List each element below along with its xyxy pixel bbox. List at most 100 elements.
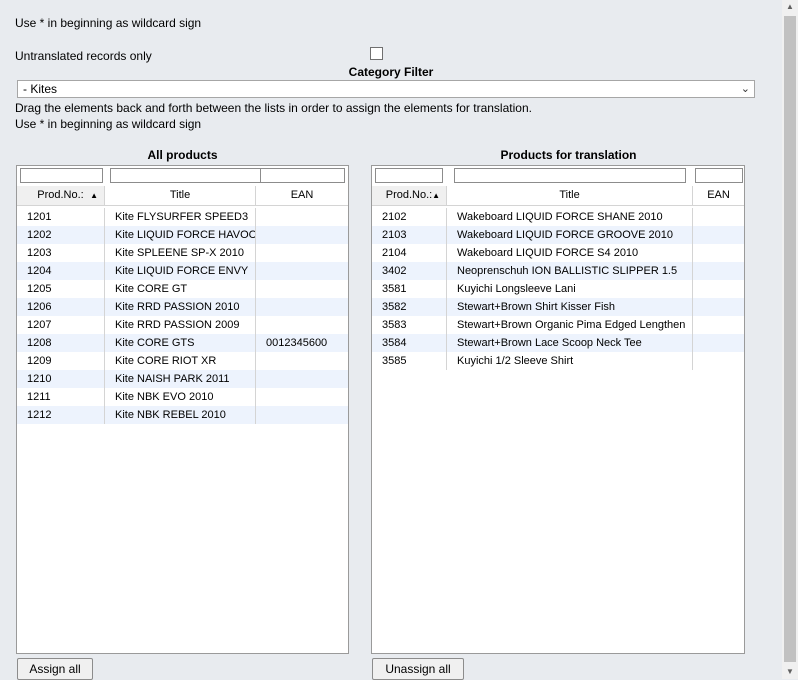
table-row[interactable]: 1206 Kite RRD PASSION 2010 (17, 298, 348, 316)
cell-prodno: 3584 (372, 334, 447, 352)
untranslated-only-label: Untranslated records only (15, 49, 152, 63)
cell-title: Kite NAISH PARK 2011 (105, 370, 256, 388)
filter-prodno-input[interactable] (20, 168, 103, 183)
col-header-ean[interactable]: EAN (256, 186, 348, 205)
filter-row (17, 166, 348, 186)
scroll-up-arrow-icon[interactable]: ▲ (782, 0, 798, 14)
cell-ean (256, 298, 348, 316)
col-header-title[interactable]: Title (105, 186, 256, 205)
products-for-translation-list[interactable]: Prod.No.: ▲ Title EAN 2102 Wakeboard LIQUI… (371, 165, 745, 654)
col-header-title[interactable]: Title (447, 186, 693, 205)
products-for-translation-title: Products for translation (500, 148, 637, 162)
table-row[interactable]: 3582 Stewart+Brown Shirt Kisser Fish (372, 298, 744, 316)
cell-ean (693, 226, 744, 244)
all-products-list[interactable]: Prod.No.: ▲ Title EAN 1201 Kite FLYSURFER … (16, 165, 349, 654)
table-row[interactable]: 2104 Wakeboard LIQUID FORCE S4 2010 (372, 244, 744, 262)
scroll-down-arrow-icon[interactable]: ▼ (782, 665, 798, 679)
cell-title: Stewart+Brown Lace Scoop Neck Tee (447, 334, 693, 352)
col-header-ean[interactable]: EAN (693, 186, 744, 205)
cell-ean (256, 352, 348, 370)
table-row[interactable]: 3585 Kuyichi 1/2 Sleeve Shirt (372, 352, 744, 370)
cell-ean (256, 316, 348, 334)
cell-prodno: 2103 (372, 226, 447, 244)
cell-prodno: 1212 (17, 406, 105, 424)
cell-title: Kite LIQUID FORCE HAVOC (105, 226, 256, 244)
cell-prodno: 2104 (372, 244, 447, 262)
filter-ean-input[interactable] (260, 168, 345, 183)
cell-prodno: 1202 (17, 226, 105, 244)
cell-prodno: 3581 (372, 280, 447, 298)
filter-title-input[interactable] (110, 168, 262, 183)
header-row: Prod.No.: ▲ Title EAN (372, 186, 744, 206)
cell-prodno: 1206 (17, 298, 105, 316)
table-row[interactable]: 1202 Kite LIQUID FORCE HAVOC (17, 226, 348, 244)
cell-title: Stewart+Brown Organic Pima Edged Lengthe… (447, 316, 693, 334)
cell-ean (693, 208, 744, 226)
cell-prodno: 3582 (372, 298, 447, 316)
cell-ean (693, 262, 744, 280)
cell-title: Kite FLYSURFER SPEED3 (105, 208, 256, 226)
table-row[interactable]: 1212 Kite NBK REBEL 2010 (17, 406, 348, 424)
cell-ean (256, 226, 348, 244)
table-row[interactable]: 1207 Kite RRD PASSION 2009 (17, 316, 348, 334)
cell-ean (693, 280, 744, 298)
table-row[interactable]: 3402 Neoprenschuh ION BALLISTIC SLIPPER 1… (372, 262, 744, 280)
cell-ean (693, 352, 744, 370)
category-selected-value: - Kites (23, 82, 58, 96)
cell-ean (256, 406, 348, 424)
table-row[interactable]: 1201 Kite FLYSURFER SPEED3 (17, 208, 348, 226)
page-scrollbar[interactable]: ▲ ▼ (782, 0, 798, 679)
table-row[interactable]: 1210 Kite NAISH PARK 2011 (17, 370, 348, 388)
cell-title: Wakeboard LIQUID FORCE S4 2010 (447, 244, 693, 262)
all-products-rows: 1201 Kite FLYSURFER SPEED3 1202 Kite LIQUID… (17, 208, 348, 424)
cell-title: Wakeboard LIQUID FORCE GROOVE 2010 (447, 226, 693, 244)
all-products-title: All products (147, 148, 218, 162)
cell-title: Kite RRD PASSION 2009 (105, 316, 256, 334)
table-row[interactable]: 1208 Kite CORE GTS 0012345600 (17, 334, 348, 352)
cell-title: Kite LIQUID FORCE ENVY (105, 262, 256, 280)
cell-title: Kite NBK REBEL 2010 (105, 406, 256, 424)
table-row[interactable]: 1209 Kite CORE RIOT XR (17, 352, 348, 370)
unassign-all-button[interactable]: Unassign all (372, 658, 464, 680)
cell-prodno: 3583 (372, 316, 447, 334)
category-filter-select[interactable]: - Kites ⌄ (17, 80, 755, 98)
cell-prodno: 1205 (17, 280, 105, 298)
cell-prodno: 1207 (17, 316, 105, 334)
cell-title: Kuyichi 1/2 Sleeve Shirt (447, 352, 693, 370)
table-row[interactable]: 1204 Kite LIQUID FORCE ENVY (17, 262, 348, 280)
table-row[interactable]: 1203 Kite SPLEENE SP-X 2010 (17, 244, 348, 262)
table-row[interactable]: 1211 Kite NBK EVO 2010 (17, 388, 348, 406)
filter-prodno-input[interactable] (375, 168, 443, 183)
cell-ean (256, 262, 348, 280)
cell-prodno: 1211 (17, 388, 105, 406)
cell-ean (256, 388, 348, 406)
filter-ean-input[interactable] (695, 168, 743, 183)
cell-prodno: 3585 (372, 352, 447, 370)
table-row[interactable]: 3581 Kuyichi Longsleeve Lani (372, 280, 744, 298)
col-header-prodno[interactable]: Prod.No.: ▲ (372, 186, 447, 205)
table-row[interactable]: 3584 Stewart+Brown Lace Scoop Neck Tee (372, 334, 744, 352)
table-row[interactable]: 2102 Wakeboard LIQUID FORCE SHANE 2010 (372, 208, 744, 226)
sort-asc-icon: ▲ (432, 191, 440, 200)
cell-title: Kite CORE GTS (105, 334, 256, 352)
table-row[interactable]: 1205 Kite CORE GT (17, 280, 348, 298)
cell-prodno: 1203 (17, 244, 105, 262)
table-row[interactable]: 3583 Stewart+Brown Organic Pima Edged Len… (372, 316, 744, 334)
cell-prodno: 3402 (372, 262, 447, 280)
filter-title-input[interactable] (454, 168, 686, 183)
untranslated-only-checkbox[interactable] (370, 47, 383, 60)
cell-prodno: 1208 (17, 334, 105, 352)
col-header-prodno[interactable]: Prod.No.: ▲ (17, 186, 105, 205)
cell-title: Kite CORE RIOT XR (105, 352, 256, 370)
table-row[interactable]: 2103 Wakeboard LIQUID FORCE GROOVE 2010 (372, 226, 744, 244)
filter-row (372, 166, 744, 186)
assign-all-button[interactable]: Assign all (17, 658, 93, 680)
cell-prodno: 2102 (372, 208, 447, 226)
header-row: Prod.No.: ▲ Title EAN (17, 186, 348, 206)
cell-ean: 0012345600 (266, 337, 328, 349)
scroll-thumb[interactable] (784, 16, 796, 662)
products-for-translation-rows: 2102 Wakeboard LIQUID FORCE SHANE 2010 210… (372, 208, 744, 370)
wildcard-hint-bottom: Use * in beginning as wildcard sign (15, 117, 202, 131)
cell-ean (256, 280, 348, 298)
cell-prodno: 1209 (17, 352, 105, 370)
